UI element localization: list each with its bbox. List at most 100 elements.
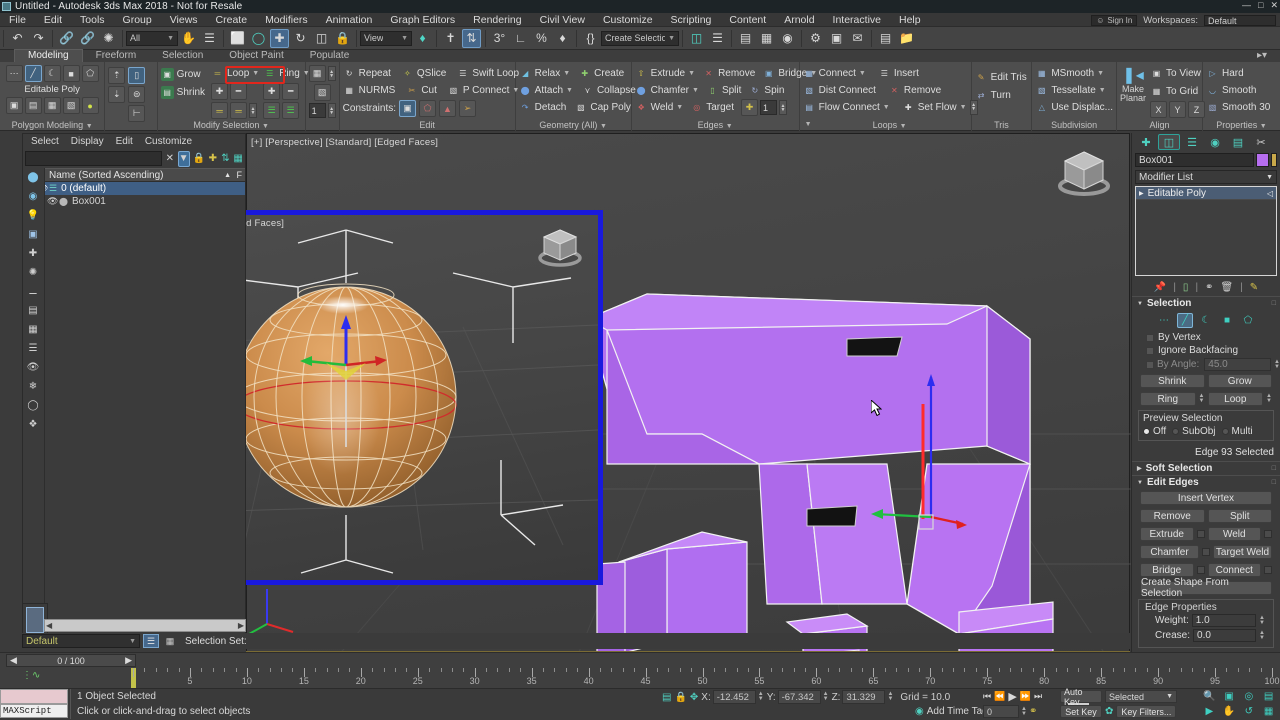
vertex-level-button[interactable]: ⋯ [1156,313,1172,328]
explorer-menu-select[interactable]: Select [31,136,59,147]
zoom-icon[interactable]: 🔍 [1200,689,1219,704]
make-planar-small-icon[interactable]: ⊢ [128,105,146,122]
menu-content[interactable]: Content [720,13,775,27]
geometry-filter-icon[interactable]: ◉ [23,187,43,206]
select-region-icon[interactable]: ⬜ [228,29,247,48]
loop-button[interactable]: Loop [1207,392,1264,406]
menu-scripting[interactable]: Scripting [662,13,721,27]
by-vertex-checkbox[interactable]: By Vertex [1132,331,1280,344]
tab-modeling[interactable]: Modeling [14,49,83,62]
misc-spinner[interactable]: ▲ ▼ [327,103,336,118]
viewcube-icon[interactable] [536,223,584,271]
loop-spinner[interactable]: ▲ ▼ [249,103,258,118]
element-level-button[interactable]: ⬠ [1240,313,1256,328]
maximize-icon[interactable]: □ [1258,0,1263,11]
detach-button[interactable]: ↷ Detach [519,99,567,115]
modifier-list-combo[interactable]: Modifier List ▼ [1135,170,1277,184]
polygon-level-button[interactable]: ■ [1219,313,1235,328]
loop-grow-icon[interactable]: ✚ [211,83,229,100]
object-name-field[interactable]: Box001 [1135,153,1254,167]
select-object-icon[interactable]: ✋ [179,29,198,48]
loop-shift-icon[interactable]: ═ [211,102,229,119]
key-filters-button[interactable]: Key Filters... [1116,705,1177,718]
hierarchy-icon[interactable]: ▦ [233,151,243,167]
generate-topology-icon[interactable]: ▣ [5,97,23,114]
project-folder-icon[interactable]: 📁 [897,29,916,48]
tab-populate[interactable]: Populate [297,50,362,62]
redo-icon[interactable]: ↷ [29,29,48,48]
edit-tris-button[interactable]: ✎ Edit Tris [975,69,1027,85]
hierarchy-tab[interactable]: ☰ [1181,134,1203,150]
menu-rendering[interactable]: Rendering [464,13,530,27]
auto-key-button[interactable]: Auto Key [1060,687,1102,707]
wire-color-swatch[interactable] [1271,153,1277,167]
coord-z-field[interactable]: 31.329 [842,690,886,704]
absolute-relative-icon[interactable]: ✥ [690,692,698,703]
bridge-settings-button[interactable] [1196,566,1205,574]
set-flow-button[interactable]: ✚ Set Flow ▼ ▲ ▼ [902,99,978,115]
bind-space-warp-icon[interactable]: ✺ [99,29,118,48]
target-weld-button[interactable]: Target Weld [1213,545,1272,559]
key-mode-toggle-icon[interactable]: ⚭ [1029,706,1037,717]
turn-button[interactable]: ⇄ Turn [975,87,1011,103]
spin-button[interactable]: ↻ Spin [748,82,785,98]
chevron-down-icon[interactable]: ▼ [566,87,573,94]
connect-button[interactable]: Connect [1207,563,1261,577]
remove-button[interactable]: ✕ Remove [702,65,755,81]
frozen-filter-icon[interactable]: ❄ [23,377,43,396]
timeline-ruler[interactable]: ⋮∿ 5 10 15 20 25 30 35 40 45 50 55 60 65 70 75 80 85 90 95… [0,668,1280,688]
zoom-extents-icon[interactable]: ◎ [1240,689,1259,704]
show-end-result-icon[interactable]: ▯ [1183,282,1189,293]
render-frame-icon[interactable]: ▣ [827,29,846,48]
unlink-icon[interactable]: 🔗 [78,29,97,48]
menu-tools[interactable]: Tools [71,13,114,27]
msmooth-button[interactable]: ▦ MSmooth ▼ [1035,65,1104,81]
by-angle-checkbox[interactable]: By Angle: 45.0 ▲ ▼ [1132,357,1280,372]
polygon-level-icon[interactable]: ■ [62,65,80,82]
material-editor-icon[interactable]: ◉ [778,29,797,48]
make-planar-icon[interactable]: ❚◂ [1122,65,1143,85]
slice-plane-icon[interactable]: ▯ [128,67,146,84]
lock-icon[interactable]: 🔒 [193,151,205,167]
attach-button[interactable]: ⬤ Attach ▼ [519,82,573,98]
connect-button[interactable]: ▦ Connect ▼ [803,65,865,81]
menu-create[interactable]: Create [207,13,257,27]
play-icon[interactable]: ▶ [1008,690,1016,703]
xrefs-filter-icon[interactable]: ▦ [23,320,43,339]
symmetry-icon[interactable]: ▧ [62,97,80,114]
modify-tab[interactable]: ◫ [1158,134,1180,150]
border-level-icon[interactable]: ☾ [43,65,61,82]
by-angle-field[interactable]: 45.0 [1204,358,1272,371]
split-button[interactable]: Split [1207,509,1272,523]
sort-icon[interactable]: ⇅ [221,151,231,167]
tab-object-paint[interactable]: Object Paint [216,50,296,62]
object-color-swatch[interactable] [1256,153,1269,167]
prev-frame-icon[interactable]: ⏪ [994,691,1005,702]
align-icon[interactable]: ⇅ [462,28,481,48]
target-button[interactable]: ◎ Target [690,100,734,116]
explorer-menu-customize[interactable]: Customize [145,136,192,147]
loop-shrink-icon[interactable]: ━ [230,83,248,100]
explorer-horizontal-scrollbar[interactable]: ◀ ▶ [44,619,246,632]
search-input[interactable] [25,151,162,166]
edge-count-field[interactable]: 1 [760,100,777,115]
menu-customize[interactable]: Customize [594,13,662,27]
named-selection-icon[interactable]: {} [581,29,600,48]
reference-coord-combo[interactable]: View ▼ [360,30,412,46]
utilities-tab[interactable]: ✂ [1250,134,1272,150]
ring-mode-icon[interactable]: ☰ [282,102,300,119]
expand-triangle-icon[interactable]: ▶ [1139,190,1144,197]
ribbon-minimize-icon[interactable]: ▸▾ [1244,50,1280,62]
flow-connect-button[interactable]: ▤ Flow Connect ▼ [803,99,889,115]
repeat-button[interactable]: ↻ Repeat [343,65,391,81]
grow-button[interactable]: ▣ Grow [160,66,205,82]
selection-filter-combo[interactable]: All ▼ [126,30,178,46]
all-objects-icon[interactable]: ⬤ [23,168,43,187]
to-grid-button[interactable]: ▦ To Grid [1150,83,1205,99]
layer-explorer-icon[interactable]: ▦ [162,634,178,648]
constraint-face-icon[interactable]: ▲ [439,100,457,117]
current-frame-field[interactable]: 0 [983,705,1019,718]
spacewarps-filter-icon[interactable]: ✺ [23,263,43,282]
display-tab[interactable]: ▤ [1227,134,1249,150]
menu-group[interactable]: Group [114,13,161,27]
